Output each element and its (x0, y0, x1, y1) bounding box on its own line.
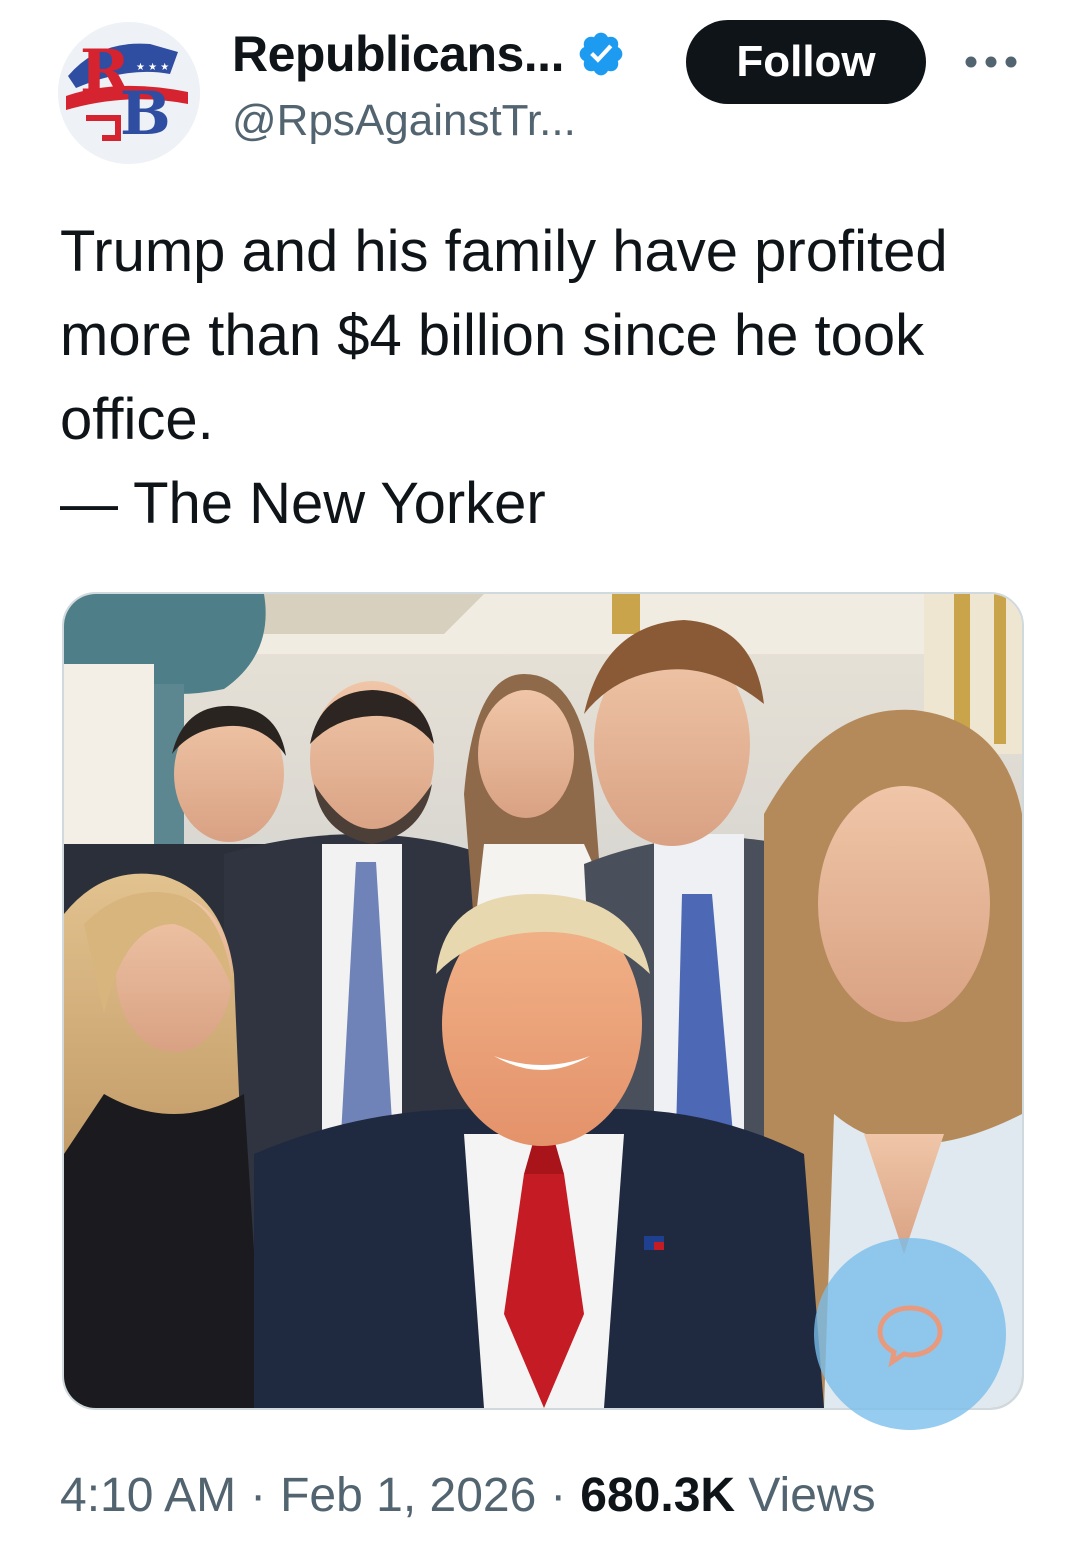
author-display-name[interactable]: Republicans... (232, 25, 564, 83)
author-name-row: Republicans... (232, 26, 626, 82)
tweet-text-line: office. (60, 387, 214, 452)
tweet-header: ★ ★ ★ R B Republicans... @RpsAgainstTr..… (0, 0, 1080, 170)
meta-separator: · (550, 1469, 567, 1522)
more-options-button[interactable] (956, 42, 1026, 82)
tweet-text: Trump and his family have profited more … (60, 210, 1020, 546)
chat-bubble-icon (877, 1305, 943, 1368)
avatar-logo-icon: ★ ★ ★ R B (58, 22, 200, 164)
tweet-text-line: more than $4 billion since he took (60, 303, 925, 368)
tweet-time[interactable]: 4:10 AM (60, 1469, 236, 1522)
tweet-text-line: — The New Yorker (60, 471, 546, 536)
author-handle[interactable]: @RpsAgainstTr... (232, 96, 576, 146)
views-label: Views (748, 1469, 876, 1522)
views-count: 680.3K (580, 1469, 736, 1522)
follow-button[interactable]: Follow (686, 20, 926, 104)
author-avatar[interactable]: ★ ★ ★ R B (58, 22, 200, 164)
svg-text:B: B (120, 79, 171, 149)
more-horizontal-icon (965, 56, 1017, 68)
verified-badge-icon (576, 29, 626, 79)
svg-text:★ ★ ★: ★ ★ ★ (136, 62, 169, 73)
meta-separator: · (250, 1469, 267, 1522)
tweet-text-line: Trump and his family have profited (60, 219, 948, 284)
tweet-date[interactable]: Feb 1, 2026 (280, 1469, 536, 1522)
chat-fab-button[interactable] (814, 1238, 1006, 1430)
tweet-meta: 4:10 AM · Feb 1, 2026 · 680.3K Views (60, 1468, 876, 1523)
